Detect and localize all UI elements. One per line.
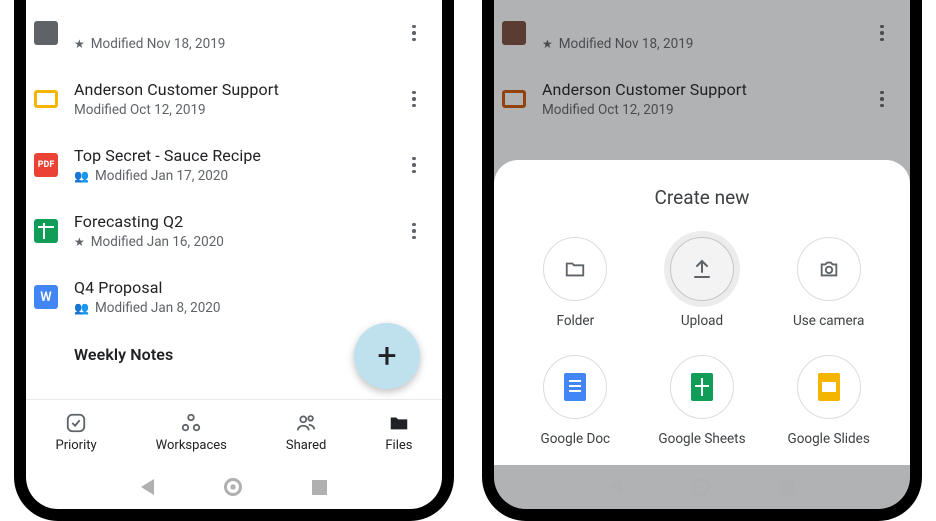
home-button[interactable] bbox=[224, 478, 242, 496]
file-row[interactable]: … ★ Modified Nov 18, 2019 bbox=[32, 0, 436, 66]
more-options-button[interactable] bbox=[402, 219, 426, 243]
file-row[interactable]: W Q4 Proposal 👥 Modified Jan 8, 2020 bbox=[32, 264, 436, 330]
create-new-fab[interactable]: + bbox=[354, 323, 420, 389]
file-list: … ★ Modified Nov 18, 2019 Anderson Custo… bbox=[26, 0, 442, 368]
google-slides-icon bbox=[797, 355, 861, 419]
folder-icon bbox=[543, 237, 607, 301]
star-icon: ★ bbox=[74, 37, 85, 51]
more-options-button[interactable] bbox=[402, 153, 426, 177]
file-type-icon bbox=[34, 21, 58, 45]
file-title: Anderson Customer Support bbox=[74, 80, 386, 99]
file-type-icon bbox=[34, 344, 58, 368]
file-title: Forecasting Q2 bbox=[74, 212, 386, 231]
pdf-icon: PDF bbox=[34, 153, 58, 177]
star-icon: ★ bbox=[74, 235, 85, 249]
priority-icon bbox=[65, 412, 87, 434]
recents-button[interactable] bbox=[312, 480, 327, 495]
nav-shared[interactable]: Shared bbox=[286, 412, 326, 453]
phone-create-new-sheet: x ★ Modified Nov 18, 2019 Anderson Custo… bbox=[482, 0, 922, 521]
camera-icon bbox=[797, 237, 861, 301]
workspaces-icon bbox=[180, 412, 202, 434]
file-subline: ★ Modified Nov 18, 2019 bbox=[74, 36, 386, 52]
file-subline: 👥 Modified Jan 8, 2020 bbox=[74, 300, 426, 316]
create-upload[interactable]: Upload bbox=[643, 237, 762, 329]
shared-icon: 👥 bbox=[74, 169, 89, 183]
file-row[interactable]: Anderson Customer Support Modified Oct 1… bbox=[32, 66, 436, 132]
file-row[interactable]: PDF Top Secret - Sauce Recipe 👥 Modified… bbox=[32, 132, 436, 198]
nav-workspaces[interactable]: Workspaces bbox=[156, 412, 227, 453]
sheet-title: Create new bbox=[516, 186, 888, 209]
upload-icon bbox=[670, 237, 734, 301]
file-row[interactable]: Forecasting Q2 ★ Modified Jan 16, 2020 bbox=[32, 198, 436, 264]
file-subline: Modified Oct 12, 2019 bbox=[74, 102, 386, 118]
android-nav-bar bbox=[26, 465, 442, 509]
create-options-grid: Folder Upload Use camera Google Doc bbox=[516, 237, 888, 447]
more-options-button[interactable] bbox=[402, 87, 426, 111]
phone-files-list: … ★ Modified Nov 18, 2019 Anderson Custo… bbox=[14, 0, 454, 521]
back-button[interactable] bbox=[141, 479, 154, 495]
sheets-icon bbox=[34, 219, 58, 243]
shared-nav-icon bbox=[294, 412, 318, 434]
slides-icon bbox=[34, 90, 58, 108]
shared-icon: 👥 bbox=[74, 301, 89, 315]
home-button[interactable] bbox=[692, 478, 710, 496]
file-title: Top Secret - Sauce Recipe bbox=[74, 146, 386, 165]
create-google-slides[interactable]: Google Slides bbox=[769, 355, 888, 447]
create-folder[interactable]: Folder bbox=[516, 237, 635, 329]
file-meta: … ★ Modified Nov 18, 2019 bbox=[74, 14, 386, 52]
back-button[interactable] bbox=[609, 479, 622, 495]
recents-button[interactable] bbox=[780, 480, 795, 495]
google-doc-icon bbox=[543, 355, 607, 419]
file-subline: 👥 Modified Jan 17, 2020 bbox=[74, 168, 386, 184]
nav-files[interactable]: Files bbox=[385, 412, 412, 453]
android-nav-bar bbox=[494, 465, 910, 509]
more-options-button[interactable] bbox=[402, 21, 426, 45]
folder-icon bbox=[387, 412, 411, 434]
google-sheets-icon bbox=[670, 355, 734, 419]
create-new-sheet: Create new Folder Upload Use camera bbox=[494, 160, 910, 465]
create-use-camera[interactable]: Use camera bbox=[769, 237, 888, 329]
create-google-doc[interactable]: Google Doc bbox=[516, 355, 635, 447]
nav-priority[interactable]: Priority bbox=[56, 412, 97, 453]
file-subline: ★ Modified Jan 16, 2020 bbox=[74, 234, 386, 250]
word-icon: W bbox=[34, 285, 58, 309]
create-google-sheets[interactable]: Google Sheets bbox=[643, 355, 762, 447]
bottom-nav: Priority Workspaces Shared Files bbox=[26, 399, 442, 465]
file-title: Q4 Proposal bbox=[74, 278, 426, 297]
